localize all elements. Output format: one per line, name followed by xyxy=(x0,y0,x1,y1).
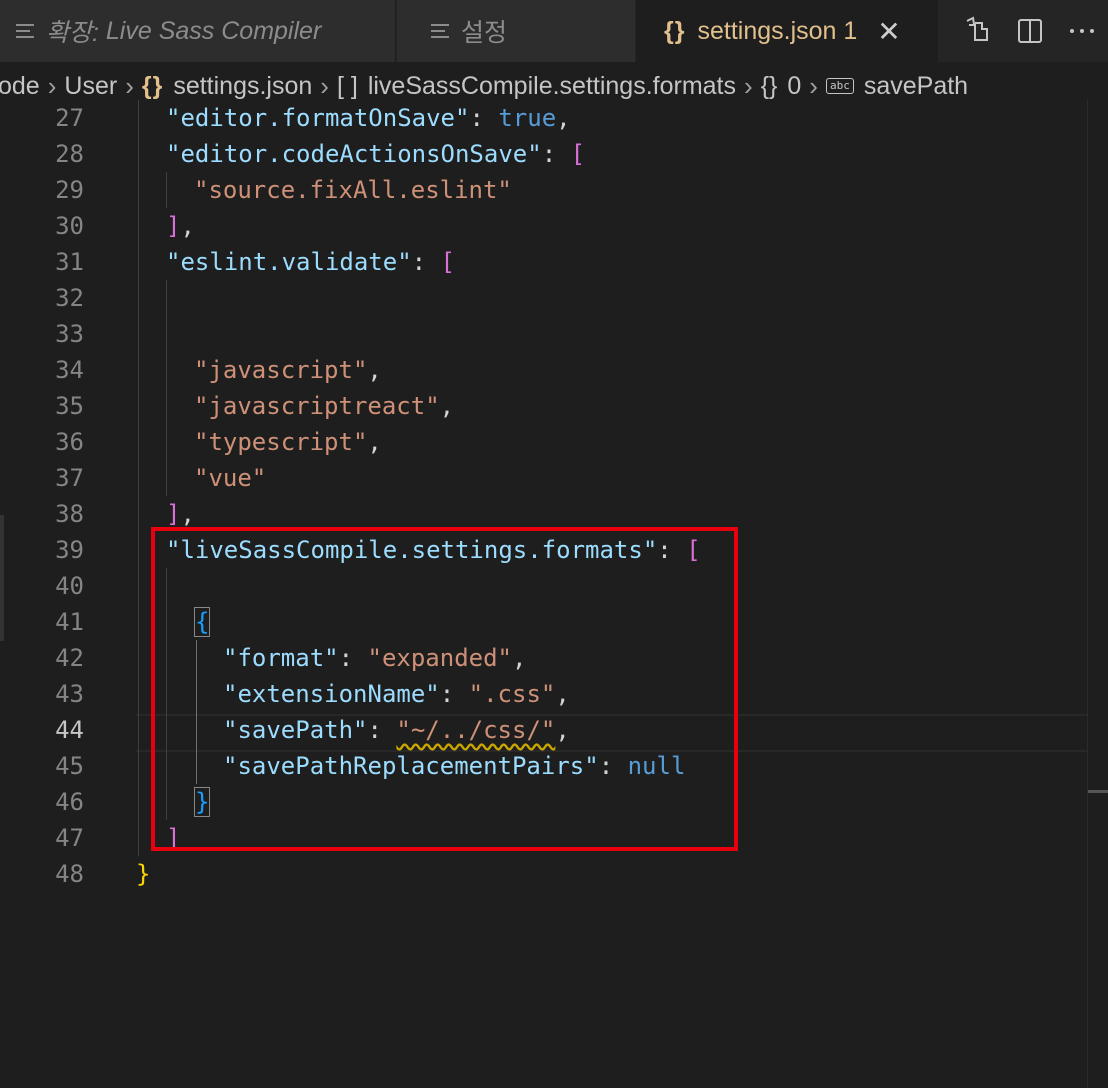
code-line: 31 "eslint.validate": [ xyxy=(0,244,1108,280)
bracket: ] xyxy=(166,500,181,528)
object-icon: {} xyxy=(760,71,778,100)
json-key: "editor.formatOnSave" xyxy=(166,104,470,132)
scrollbar-cursor-marker xyxy=(1088,790,1108,793)
breadcrumb-item-index[interactable]: {} 0 xyxy=(761,72,802,101)
tab-live-sass-compiler-extension[interactable]: 확장: Live Sass Compiler xyxy=(0,0,396,62)
code-line: 29 "source.fixAll.eslint" xyxy=(0,172,1108,208)
breadcrumb-item-code[interactable]: ode xyxy=(0,72,40,101)
json-value: true xyxy=(498,104,557,132)
line-number: 28 xyxy=(55,140,84,168)
tab-settings[interactable]: 설정 xyxy=(397,0,635,62)
line-number: 41 xyxy=(55,608,84,636)
close-icon[interactable]: ✕ xyxy=(877,15,900,48)
editor-actions xyxy=(952,0,1108,62)
json-string: "javascript" xyxy=(194,356,368,384)
json-key: "eslint.validate" xyxy=(166,248,412,276)
line-number: 34 xyxy=(55,356,84,384)
line-number: 46 xyxy=(55,788,84,816)
settings-lines-icon xyxy=(431,23,449,39)
line-number: 40 xyxy=(55,572,84,600)
tab-label: settings.json xyxy=(697,16,837,45)
preview-lines-icon xyxy=(16,23,34,39)
chevron-right-icon: › xyxy=(744,70,753,101)
code-line: 28 "editor.codeActionsOnSave": [ xyxy=(0,136,1108,172)
line-number: 30 xyxy=(55,212,84,240)
breadcrumb-item-settings-json[interactable]: {} settings.json xyxy=(142,72,312,101)
json-string: "typescript" xyxy=(194,428,368,456)
code-line: 32 xyxy=(0,280,1108,316)
code-line: 27 "editor.formatOnSave": true, xyxy=(0,100,1108,136)
vertical-scrollbar[interactable] xyxy=(1087,100,1108,1088)
line-number: 45 xyxy=(55,752,84,780)
code-editor[interactable]: 27 "editor.formatOnSave": true, 28 "edit… xyxy=(0,100,1108,1088)
breadcrumb-item-user[interactable]: User xyxy=(64,72,117,101)
code-line: 34 "javascript", xyxy=(0,352,1108,388)
open-changes-icon[interactable] xyxy=(952,0,1004,62)
tab-label: 설정 xyxy=(461,19,508,47)
tab-prefix: 확장: xyxy=(46,19,99,47)
bracket: [ xyxy=(570,140,586,168)
chevron-right-icon: › xyxy=(320,70,329,101)
chevron-right-icon: › xyxy=(125,70,134,101)
line-number: 42 xyxy=(55,644,84,672)
code-line: 30 ], xyxy=(0,208,1108,244)
editor-tab-bar: 확장: Live Sass Compiler 설정 {} settings.js… xyxy=(0,0,1108,62)
line-number: 29 xyxy=(55,176,84,204)
line-number: 44 xyxy=(55,716,84,744)
breadcrumb-item-savepath[interactable]: abc savePath xyxy=(825,72,968,101)
bracket: ] xyxy=(166,212,181,240)
line-number: 32 xyxy=(55,284,84,312)
problem-count-badge: 1 xyxy=(843,16,858,45)
chevron-right-icon: › xyxy=(809,70,818,101)
line-number: 38 xyxy=(55,500,84,528)
code-line: 33 xyxy=(0,316,1108,352)
line-number: 37 xyxy=(55,464,84,492)
line-number: 31 xyxy=(55,248,84,276)
tab-label: Live Sass Compiler xyxy=(105,16,322,45)
array-icon: [ ] xyxy=(336,71,358,100)
json-string: "source.fixAll.eslint" xyxy=(194,176,512,204)
tab-settings-json[interactable]: {} settings.json 1 ✕ xyxy=(636,0,938,62)
line-number: 36 xyxy=(55,428,84,456)
bracket: [ xyxy=(440,248,455,276)
json-key: "editor.codeActionsOnSave" xyxy=(166,140,542,168)
line-number: 39 xyxy=(55,536,84,564)
string-property-icon: abc xyxy=(825,78,854,94)
breadcrumb-item-formats[interactable]: [ ] liveSassCompile.settings.formats xyxy=(337,72,736,101)
line-number: 35 xyxy=(55,392,84,420)
braces-icon: {} xyxy=(141,71,164,100)
json-braces-icon: {} xyxy=(664,16,686,45)
code-line: 35 "javascriptreact", xyxy=(0,388,1108,424)
split-editor-icon[interactable] xyxy=(1004,0,1056,62)
bracket: } xyxy=(136,860,151,888)
json-string: "javascriptreact" xyxy=(194,392,440,420)
json-string: "vue" xyxy=(194,464,267,492)
code-line: 48 } xyxy=(0,856,1108,892)
code-line: 37 "vue" xyxy=(0,460,1108,496)
code-line: 36 "typescript", xyxy=(0,424,1108,460)
more-actions-icon[interactable] xyxy=(1056,0,1108,62)
line-number: 33 xyxy=(55,320,84,348)
annotation-highlight-box xyxy=(151,527,738,851)
line-number: 27 xyxy=(55,104,84,132)
line-number: 48 xyxy=(55,860,84,888)
chevron-right-icon: › xyxy=(47,70,57,101)
line-number: 43 xyxy=(55,680,84,708)
line-number: 47 xyxy=(55,824,84,852)
